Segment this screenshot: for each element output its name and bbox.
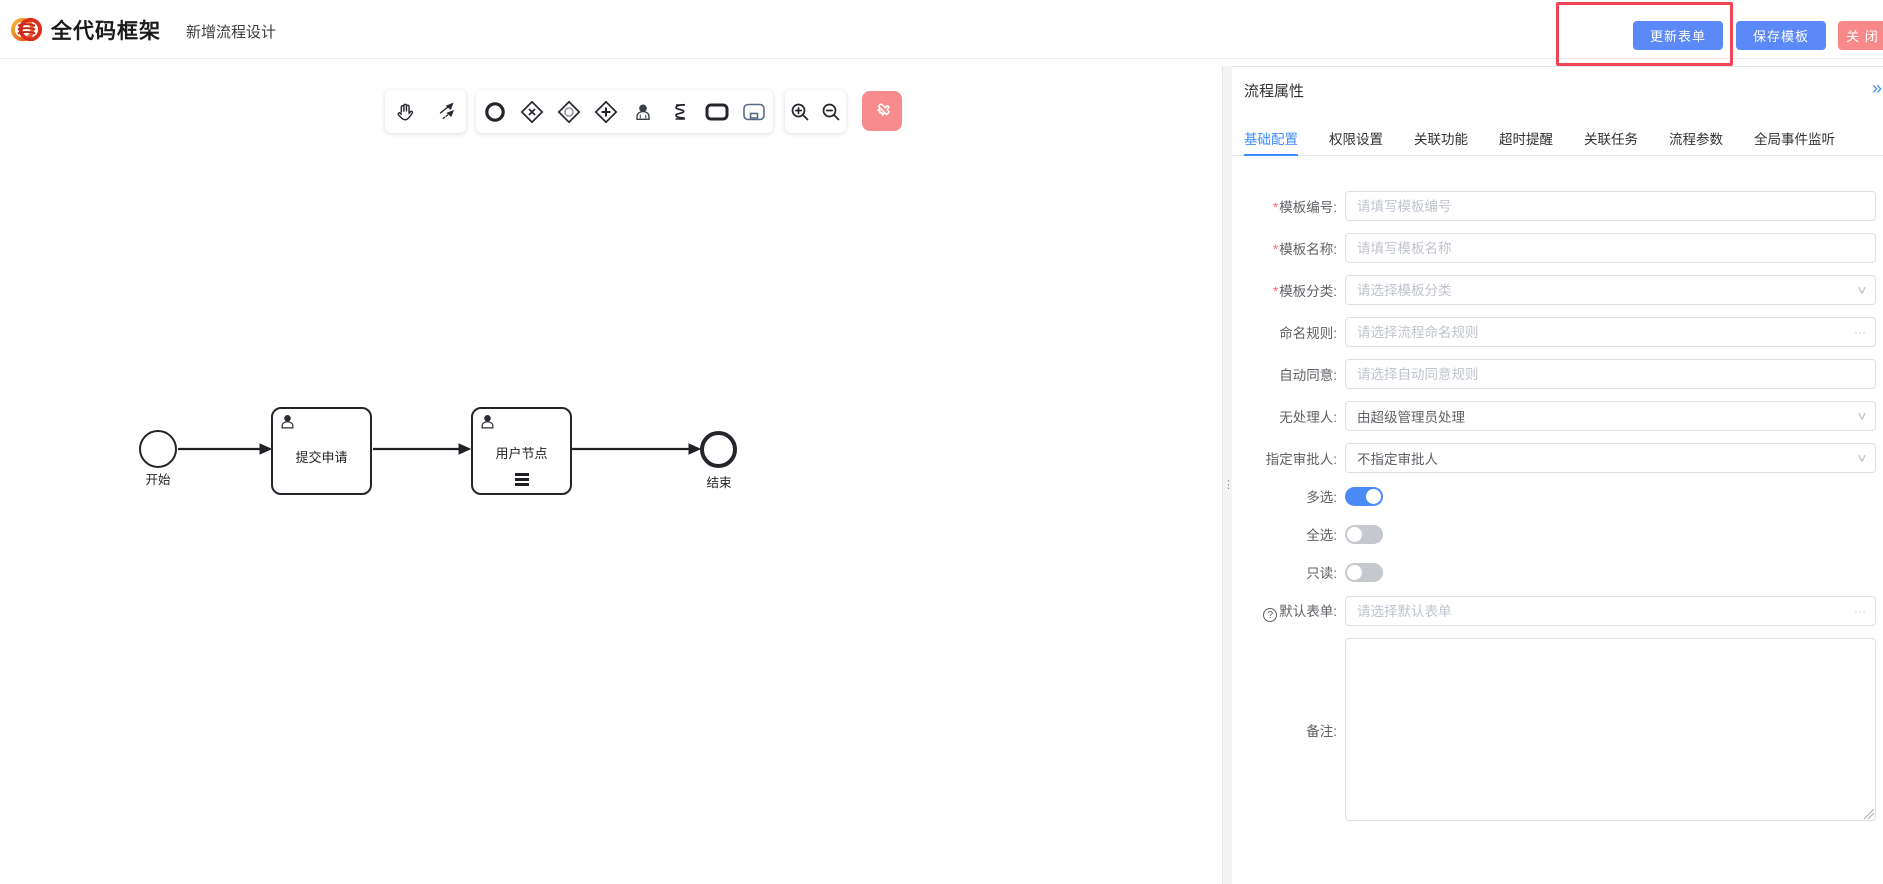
read-only-toggle[interactable] <box>1345 563 1383 582</box>
assigned-approver-select[interactable] <box>1345 443 1876 473</box>
default-form-picker[interactable] <box>1345 596 1876 626</box>
assigned-approver-label: 指定审批人: <box>1232 448 1337 468</box>
tab-permission-settings[interactable]: 权限设置 <box>1329 125 1383 156</box>
template-code-input[interactable] <box>1345 191 1876 221</box>
task-node-user[interactable]: 用户节点 <box>471 407 572 495</box>
brand-logo-icon <box>10 13 43 46</box>
collapse-panel-icon[interactable]: » <box>1872 78 1882 99</box>
user-task-icon <box>479 413 496 430</box>
auto-agree-input[interactable] <box>1345 359 1876 389</box>
no-handler-select[interactable] <box>1345 401 1876 431</box>
tab-process-params[interactable]: 流程参数 <box>1669 125 1723 156</box>
naming-rule-label: 命名规则: <box>1232 322 1337 342</box>
process-properties-panel: 流程属性 » 基础配置 权限设置 关联功能 超时提醒 关联任务 流程参数 全局事… <box>1232 66 1883 884</box>
panel-title: 流程属性 <box>1244 80 1304 101</box>
form-row-default-form: ?默认表单: ··· <box>1232 596 1876 626</box>
multi-instance-marker-icon <box>515 473 529 486</box>
form-row-assigned-approver: 指定审批人: ∨ <box>1232 443 1876 473</box>
brand-name: 全代码框架 <box>51 15 161 45</box>
template-category-select[interactable] <box>1345 275 1876 305</box>
end-event-label: 结束 <box>697 472 741 491</box>
required-asterisk: * <box>1273 242 1278 257</box>
read-only-label: 只读: <box>1232 562 1337 582</box>
default-form-label: 默认表单: <box>1279 604 1337 619</box>
page-title: 新增流程设计 <box>186 21 276 42</box>
panel-resize-divider[interactable] <box>1222 66 1232 884</box>
remark-label: 备注: <box>1232 720 1337 740</box>
sequence-flow-edges <box>0 60 1222 884</box>
app-header: 全代码框架 新增流程设计 更新表单 保存模板 关 闭 <box>0 0 1883 59</box>
user-task-icon <box>279 413 296 430</box>
form-row-auto-agree: 自动同意: <box>1232 359 1876 389</box>
remark-textarea[interactable] <box>1345 638 1876 821</box>
template-name-label: 模板名称: <box>1279 242 1337 257</box>
form-row-naming-rule: 命名规则: ··· <box>1232 317 1876 347</box>
task-label: 用户节点 <box>473 443 570 462</box>
required-asterisk: * <box>1273 284 1278 299</box>
close-button[interactable]: 关 闭 <box>1838 21 1883 50</box>
update-form-button[interactable]: 更新表单 <box>1633 21 1723 50</box>
task-label: 提交申请 <box>273 447 370 466</box>
tab-global-event-listener[interactable]: 全局事件监听 <box>1754 125 1835 156</box>
form-row-template-category: *模板分类: ∨ <box>1232 275 1876 305</box>
form-row-template-code: *模板编号: <box>1232 191 1876 221</box>
save-template-button[interactable]: 保存模板 <box>1736 21 1826 50</box>
start-event-node[interactable] <box>139 430 177 468</box>
multi-select-toggle[interactable] <box>1345 487 1383 506</box>
tab-related-functions[interactable]: 关联功能 <box>1414 125 1468 156</box>
panel-tabs: 基础配置 权限设置 关联功能 超时提醒 关联任务 流程参数 全局事件监听 <box>1232 125 1883 156</box>
form-row-remark: 备注: <box>1232 638 1876 821</box>
form-row-template-name: *模板名称: <box>1232 233 1876 263</box>
tab-related-tasks[interactable]: 关联任务 <box>1584 125 1638 156</box>
tab-timeout-reminder[interactable]: 超时提醒 <box>1499 125 1553 156</box>
form-row-no-handler: 无处理人: ∨ <box>1232 401 1876 431</box>
help-icon: ? <box>1263 608 1277 622</box>
naming-rule-picker[interactable] <box>1345 317 1876 347</box>
template-code-label: 模板编号: <box>1279 200 1337 215</box>
required-asterisk: * <box>1273 200 1278 215</box>
auto-agree-label: 自动同意: <box>1232 364 1337 384</box>
process-designer-app: 全代码框架 新增流程设计 更新表单 保存模板 关 闭 <box>0 0 1883 884</box>
template-name-input[interactable] <box>1345 233 1876 263</box>
form-row-multi-select: 多选: <box>1232 486 1876 506</box>
no-handler-label: 无处理人: <box>1232 406 1337 426</box>
template-category-label: 模板分类: <box>1279 284 1337 299</box>
brand: 全代码框架 <box>10 13 161 46</box>
multi-select-label: 多选: <box>1232 486 1337 506</box>
divider-grip-icon[interactable]: ⋮ <box>1223 481 1232 490</box>
form-row-select-all: 全选: <box>1232 524 1876 544</box>
bpmn-canvas[interactable]: 开始 提交申请 用户节点 结束 <box>0 60 1222 884</box>
start-event-label: 开始 <box>136 469 180 488</box>
end-event-node[interactable] <box>700 431 737 468</box>
tab-basic-config[interactable]: 基础配置 <box>1244 125 1298 156</box>
task-node-submit[interactable]: 提交申请 <box>271 407 372 495</box>
select-all-label: 全选: <box>1232 524 1337 544</box>
form-row-read-only: 只读: <box>1232 562 1876 582</box>
select-all-toggle[interactable] <box>1345 525 1383 544</box>
